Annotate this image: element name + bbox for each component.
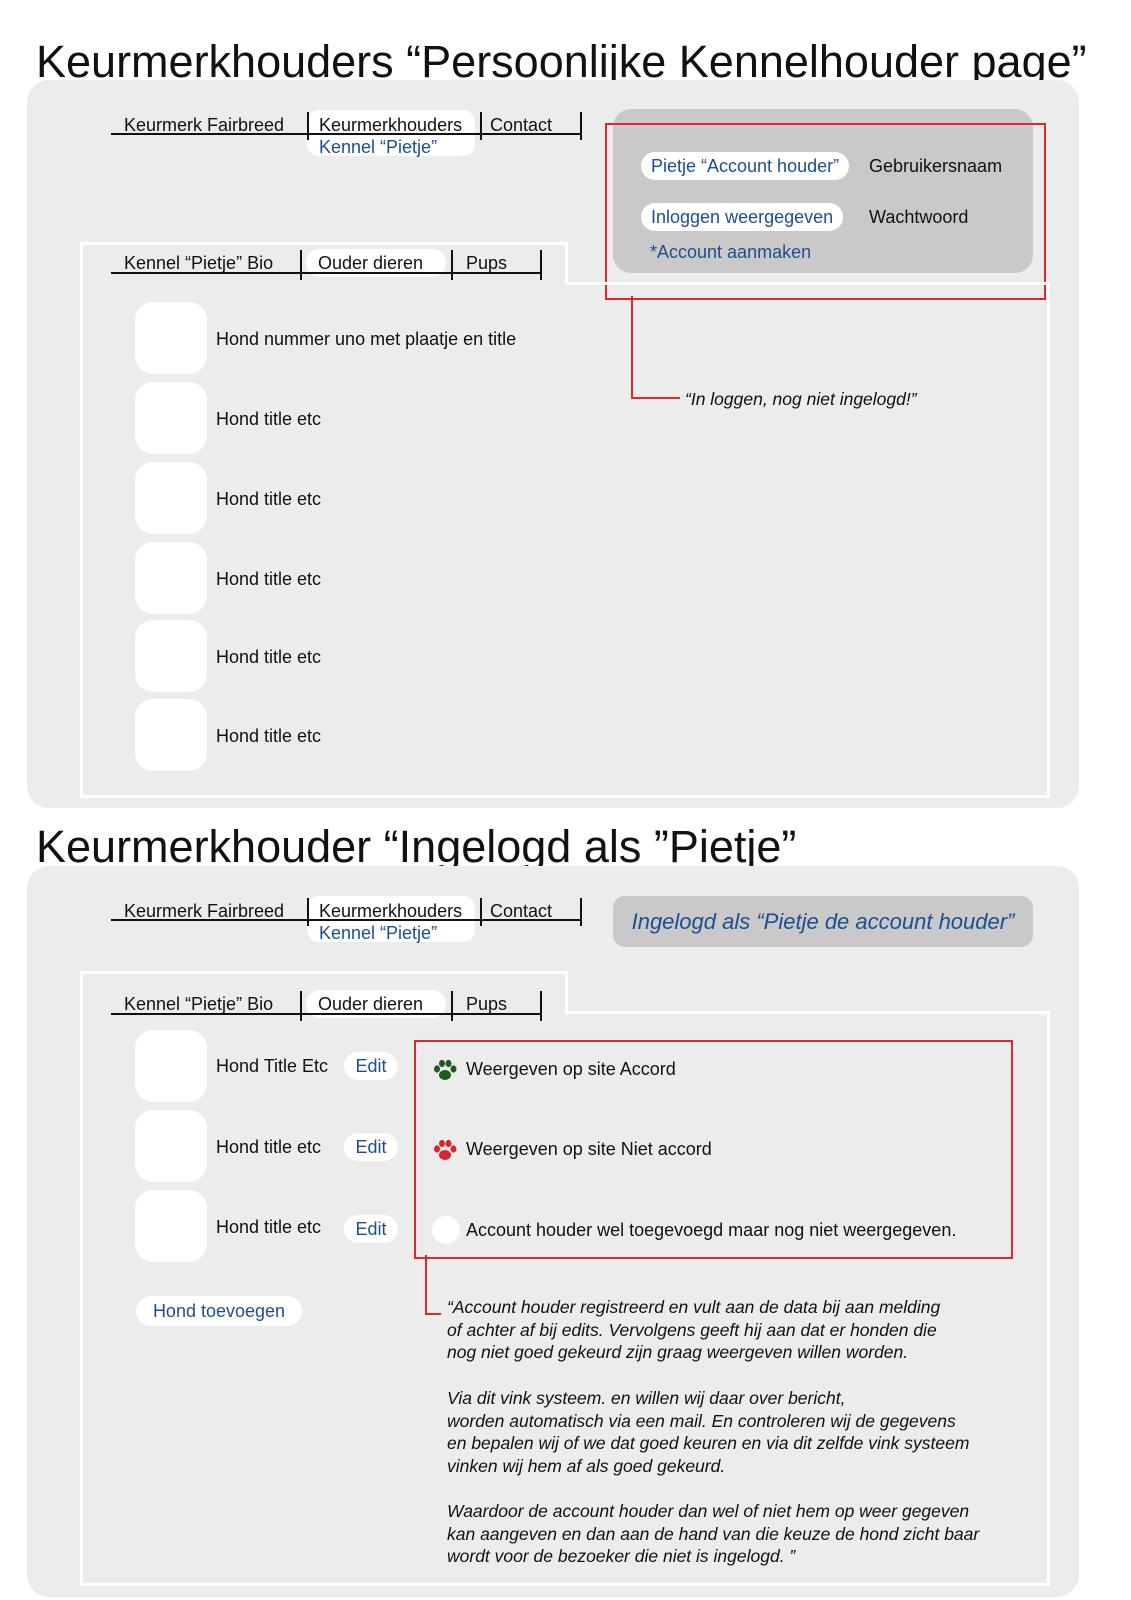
dog-thumbnail[interactable] — [135, 620, 207, 692]
page-title-bottom: Keurmerkhouder “Ingelogd als ”Pietje” — [36, 821, 797, 872]
edit-button[interactable]: Edit — [344, 1215, 398, 1243]
dog-title[interactable]: Hond title etc — [216, 569, 321, 590]
dog-title[interactable]: Hond title etc — [216, 1217, 321, 1238]
edit-button[interactable]: Edit — [344, 1133, 398, 1161]
tab-kennel-bio[interactable]: Kennel “Pietje” Bio — [124, 994, 273, 1015]
dog-title[interactable]: Hond title etc — [216, 409, 321, 430]
dog-thumbnail[interactable] — [135, 699, 207, 771]
tab-divider — [540, 991, 542, 1021]
tab-ouder-dieren[interactable]: Ouder dieren — [318, 994, 423, 1015]
explanation-paragraph: Waardoor de account houder dan wel of ni… — [447, 1501, 980, 1566]
explanation-paragraph: “Account houder registreerd en vult aan … — [447, 1297, 941, 1362]
legend-niet-accord-text: Weergeven op site Niet accord — [466, 1139, 712, 1159]
tabs-underline — [111, 272, 541, 274]
dog-title[interactable]: Hond nummer uno met plaatje en title — [216, 329, 516, 350]
tab-divider — [300, 991, 302, 1021]
nav-divider — [307, 112, 309, 140]
dog-thumbnail[interactable] — [135, 542, 207, 614]
dog-thumbnail[interactable] — [135, 462, 207, 534]
kennel-content-frame — [80, 242, 1050, 798]
tab-pups[interactable]: Pups — [466, 994, 507, 1015]
username-field[interactable]: Gebruikersnaam — [869, 156, 1002, 177]
nav-underline — [111, 133, 581, 135]
password-label: Inloggen weergegeven — [641, 203, 844, 231]
nav-divider — [580, 898, 582, 926]
explanation-connector — [425, 1313, 441, 1315]
nav-divider — [480, 112, 482, 140]
dog-title[interactable]: Hond title etc — [216, 1137, 321, 1158]
tab-divider — [540, 250, 542, 280]
add-dog-button[interactable]: Hond toevoegen — [136, 1296, 302, 1326]
paw-icon-green — [432, 1058, 458, 1084]
nav-subitem-kennel[interactable]: Kennel “Pietje” — [319, 137, 437, 158]
nav-subitem-kennel[interactable]: Kennel “Pietje” — [319, 923, 437, 944]
dog-thumbnail[interactable] — [135, 1190, 207, 1262]
dog-title[interactable]: Hond Title Etc — [216, 1056, 328, 1077]
tab-divider — [451, 991, 453, 1021]
username-label: Pietje “Account houder” — [641, 152, 850, 180]
legend-accord-text: Weergeven op site Accord — [466, 1059, 676, 1079]
dog-thumbnail[interactable] — [135, 1110, 207, 1182]
dog-title[interactable]: Hond title etc — [216, 726, 321, 747]
tab-ouder-dieren[interactable]: Ouder dieren — [318, 253, 423, 274]
tab-divider — [300, 250, 302, 280]
nav-divider — [480, 898, 482, 926]
nav-divider — [580, 112, 582, 140]
dog-title[interactable]: Hond title etc — [216, 647, 321, 668]
dog-thumbnail[interactable] — [135, 382, 207, 454]
tabs-underline — [111, 1013, 541, 1015]
dog-title[interactable]: Hond title etc — [216, 489, 321, 510]
password-field[interactable]: Wachtwoord — [869, 207, 968, 228]
tab-pups[interactable]: Pups — [466, 253, 507, 274]
nav-underline — [111, 919, 581, 921]
logged-in-badge: Ingelogd als “Pietje de account houder” — [613, 896, 1033, 947]
dog-thumbnail[interactable] — [135, 1030, 207, 1102]
legend-pending-text: Account houder wel toegevoegd maar nog n… — [466, 1220, 957, 1240]
circle-icon-empty — [431, 1215, 461, 1245]
dog-thumbnail[interactable] — [135, 302, 207, 374]
paw-icon-red — [432, 1138, 458, 1164]
edit-button[interactable]: Edit — [344, 1052, 398, 1080]
nav-divider — [307, 898, 309, 926]
tab-kennel-bio[interactable]: Kennel “Pietje” Bio — [124, 253, 273, 274]
explanation-connector — [425, 1255, 427, 1315]
tab-divider — [451, 250, 453, 280]
explanation-paragraph: Via dit vink systeem. en willen wij daar… — [447, 1388, 970, 1476]
